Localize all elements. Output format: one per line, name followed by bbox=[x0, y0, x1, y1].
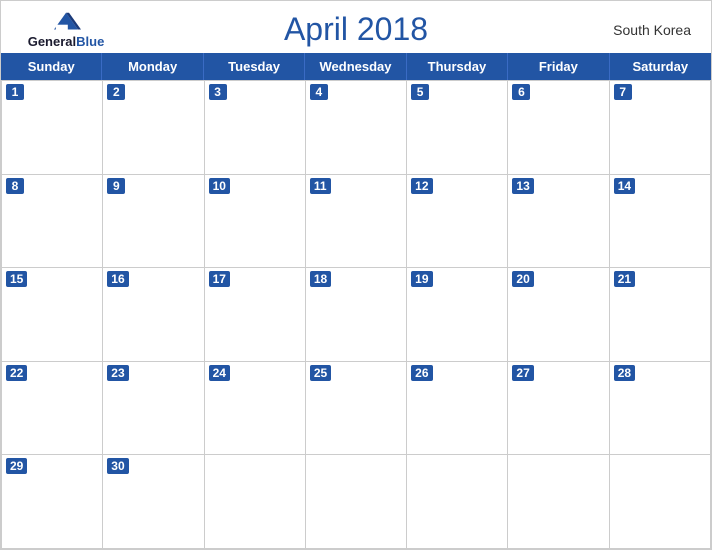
date-number: 11 bbox=[310, 178, 331, 194]
calendar-cell[interactable]: 19 bbox=[407, 268, 508, 362]
country-label: South Korea bbox=[601, 22, 691, 38]
calendar-cell[interactable]: 20 bbox=[508, 268, 609, 362]
calendar-cell[interactable]: 21 bbox=[610, 268, 711, 362]
logo-icon bbox=[51, 11, 81, 33]
logo-general-text: General bbox=[28, 35, 76, 48]
calendar-cell[interactable] bbox=[508, 455, 609, 549]
calendar-cell[interactable]: 7 bbox=[610, 81, 711, 175]
calendar-cell[interactable] bbox=[610, 455, 711, 549]
date-number: 15 bbox=[6, 271, 27, 287]
calendar-cell[interactable]: 24 bbox=[205, 362, 306, 456]
date-number: 22 bbox=[6, 365, 27, 381]
day-header-saturday: Saturday bbox=[610, 53, 711, 80]
calendar-cell[interactable]: 17 bbox=[205, 268, 306, 362]
calendar-cell[interactable]: 15 bbox=[2, 268, 103, 362]
calendar-header: General Blue April 2018 South Korea bbox=[1, 1, 711, 53]
date-number: 18 bbox=[310, 271, 331, 287]
calendar-cell[interactable]: 5 bbox=[407, 81, 508, 175]
day-header-wednesday: Wednesday bbox=[305, 53, 406, 80]
date-number: 3 bbox=[209, 84, 227, 100]
calendar-cell[interactable]: 30 bbox=[103, 455, 204, 549]
calendar-cell[interactable]: 28 bbox=[610, 362, 711, 456]
calendar-title: April 2018 bbox=[284, 11, 428, 47]
calendar-cell[interactable]: 1 bbox=[2, 81, 103, 175]
calendar-cell[interactable]: 4 bbox=[306, 81, 407, 175]
date-number: 10 bbox=[209, 178, 230, 194]
calendar-cell[interactable] bbox=[407, 455, 508, 549]
date-number: 8 bbox=[6, 178, 24, 194]
calendar-cell[interactable] bbox=[205, 455, 306, 549]
date-number: 23 bbox=[107, 365, 128, 381]
calendar-cell[interactable]: 26 bbox=[407, 362, 508, 456]
calendar-cell[interactable]: 29 bbox=[2, 455, 103, 549]
calendar-cell[interactable]: 2 bbox=[103, 81, 204, 175]
calendar-cell[interactable]: 12 bbox=[407, 175, 508, 269]
logo-area: General Blue bbox=[21, 11, 111, 48]
calendar-cell[interactable]: 16 bbox=[103, 268, 204, 362]
date-number: 25 bbox=[310, 365, 331, 381]
calendar-cell[interactable]: 13 bbox=[508, 175, 609, 269]
calendar-container: General Blue April 2018 South Korea Sund… bbox=[0, 0, 712, 550]
calendar-cell[interactable]: 25 bbox=[306, 362, 407, 456]
day-header-monday: Monday bbox=[102, 53, 203, 80]
calendar-cell[interactable]: 18 bbox=[306, 268, 407, 362]
calendar-cell[interactable]: 9 bbox=[103, 175, 204, 269]
date-number: 30 bbox=[107, 458, 128, 474]
calendar-cell[interactable]: 27 bbox=[508, 362, 609, 456]
calendar-cell[interactable]: 3 bbox=[205, 81, 306, 175]
calendar-grid: 1234567891011121314151617181920212223242… bbox=[1, 80, 711, 549]
date-number: 4 bbox=[310, 84, 328, 100]
calendar-cell[interactable]: 23 bbox=[103, 362, 204, 456]
calendar-cell[interactable]: 22 bbox=[2, 362, 103, 456]
calendar-cell[interactable]: 14 bbox=[610, 175, 711, 269]
date-number: 21 bbox=[614, 271, 635, 287]
date-number: 14 bbox=[614, 178, 635, 194]
date-number: 5 bbox=[411, 84, 429, 100]
calendar-cell[interactable]: 6 bbox=[508, 81, 609, 175]
date-number: 13 bbox=[512, 178, 533, 194]
date-number: 19 bbox=[411, 271, 432, 287]
calendar-title-area: April 2018 bbox=[111, 11, 601, 48]
date-number: 17 bbox=[209, 271, 230, 287]
calendar-cell[interactable]: 10 bbox=[205, 175, 306, 269]
date-number: 6 bbox=[512, 84, 530, 100]
date-number: 27 bbox=[512, 365, 533, 381]
day-header-friday: Friday bbox=[508, 53, 609, 80]
day-headers: Sunday Monday Tuesday Wednesday Thursday… bbox=[1, 53, 711, 80]
date-number: 28 bbox=[614, 365, 635, 381]
calendar-cell[interactable]: 8 bbox=[2, 175, 103, 269]
date-number: 16 bbox=[107, 271, 128, 287]
date-number: 24 bbox=[209, 365, 230, 381]
logo-blue-text: Blue bbox=[76, 35, 104, 48]
day-header-thursday: Thursday bbox=[407, 53, 508, 80]
day-header-tuesday: Tuesday bbox=[204, 53, 305, 80]
calendar-cell[interactable] bbox=[306, 455, 407, 549]
date-number: 26 bbox=[411, 365, 432, 381]
date-number: 29 bbox=[6, 458, 27, 474]
date-number: 12 bbox=[411, 178, 432, 194]
calendar-cell[interactable]: 11 bbox=[306, 175, 407, 269]
date-number: 9 bbox=[107, 178, 125, 194]
day-header-sunday: Sunday bbox=[1, 53, 102, 80]
date-number: 20 bbox=[512, 271, 533, 287]
date-number: 2 bbox=[107, 84, 125, 100]
date-number: 7 bbox=[614, 84, 632, 100]
date-number: 1 bbox=[6, 84, 24, 100]
